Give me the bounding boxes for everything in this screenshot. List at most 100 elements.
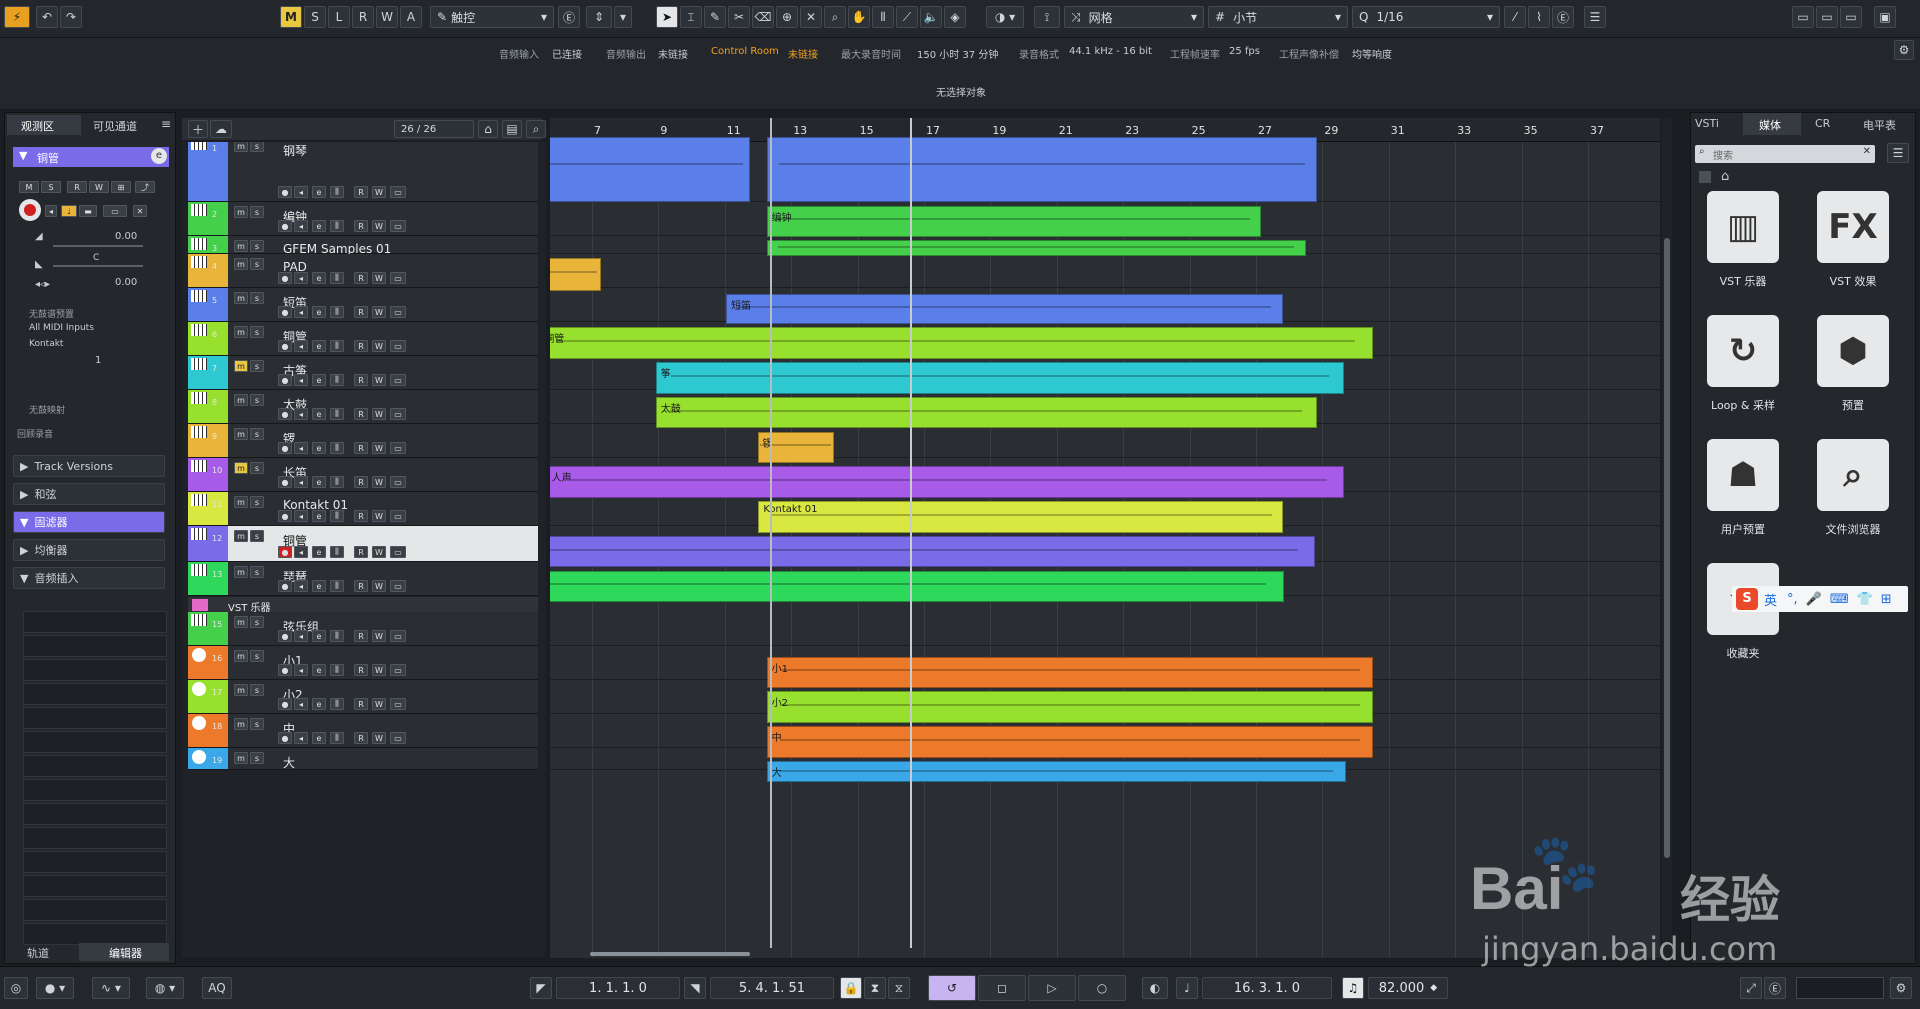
freeze-button[interactable]: ⊞ xyxy=(111,181,131,193)
track-edit-button[interactable]: e xyxy=(312,374,326,386)
layout-left-icon[interactable]: ▭ xyxy=(1792,6,1814,28)
monitor-button[interactable]: ◂ xyxy=(45,205,57,217)
right-locator-value[interactable]: 5. 4. 1. 51 xyxy=(710,977,834,999)
lock-icon[interactable]: 🔒 xyxy=(840,977,862,999)
track-row[interactable]: 2 m s 编钟 ● ◂ e ⫼ R W ▭ xyxy=(188,202,538,236)
event-clip[interactable]: 大 xyxy=(766,760,1346,783)
metronome-icon[interactable]: ◍ ▾ xyxy=(146,977,184,999)
track-mute-button[interactable]: m xyxy=(234,326,248,338)
track-solo-button[interactable]: s xyxy=(250,240,264,252)
track-row[interactable]: 9 m s 锣 ● ◂ e ⫼ R W ▭ xyxy=(188,424,538,458)
insert-slot[interactable] xyxy=(23,779,167,801)
track-write-button[interactable]: W xyxy=(372,630,386,642)
event-clip[interactable]: 编钟 xyxy=(766,205,1262,237)
track-solo-button[interactable]: s xyxy=(250,718,264,730)
snap-toggle-icon[interactable]: ⟟ xyxy=(1034,6,1060,28)
track-mute-button[interactable]: m xyxy=(234,718,248,730)
track-write-button[interactable]: W xyxy=(372,732,386,744)
track-record-button[interactable]: ● xyxy=(278,220,292,232)
insert-slot[interactable] xyxy=(23,923,167,945)
event-clip[interactable]: 小1 xyxy=(766,656,1373,689)
track-solo-button[interactable]: s xyxy=(250,428,264,440)
tab-inspector[interactable]: 观测区 xyxy=(7,115,81,135)
listen-l-button[interactable]: L xyxy=(328,6,350,28)
v-scrollbar[interactable] xyxy=(1662,118,1672,958)
event-clip[interactable] xyxy=(766,137,1317,202)
stop-button[interactable]: ◻ xyxy=(978,975,1026,1001)
section-eq[interactable]: ▶ 均衡器 xyxy=(13,539,165,561)
edit-in-place-button[interactable]: ▭ xyxy=(103,205,127,217)
track-freeze-button[interactable]: ▭ xyxy=(390,476,406,488)
speaker-tool-icon[interactable]: 🔈 xyxy=(920,6,942,28)
event-clip[interactable]: 铜管 xyxy=(550,327,1373,359)
zoom-tool-icon[interactable]: ⌕ xyxy=(824,6,846,28)
menu-icon[interactable]: ≡ xyxy=(161,117,171,131)
mute-button[interactable]: M xyxy=(19,181,39,193)
event-clip[interactable]: Kontakt 01 xyxy=(758,501,1284,533)
keyboard-icon[interactable]: ⌨ xyxy=(1830,592,1849,607)
track-edit-button[interactable]: e xyxy=(312,220,326,232)
track-record-button[interactable]: ● xyxy=(278,186,292,198)
track-monitor-button[interactable]: ◂ xyxy=(294,476,308,488)
tab-vsti[interactable]: VSTi xyxy=(1695,117,1719,130)
track-record-button[interactable]: ● xyxy=(278,510,292,522)
list-icon[interactable]: ▤ xyxy=(502,120,522,138)
track-lanes-button[interactable]: ⫼ xyxy=(330,580,344,592)
quantize-select[interactable]: Q 1/16 ▾ xyxy=(1352,6,1500,28)
punctuation-icon[interactable]: °, xyxy=(1787,592,1798,607)
track-monitor-button[interactable]: ◂ xyxy=(294,732,308,744)
pointer-tool-icon[interactable]: ➤ xyxy=(656,6,678,28)
line-tool-icon[interactable]: ⟋ xyxy=(896,6,918,28)
track-row[interactable]: 6 m s 铜管 ● ◂ e ⫼ R W ▭ xyxy=(188,322,538,356)
ime-language[interactable]: 英 xyxy=(1764,590,1777,609)
track-write-button[interactable]: W xyxy=(372,186,386,198)
track-write-button[interactable]: W xyxy=(372,664,386,676)
track-monitor-button[interactable]: ◂ xyxy=(294,408,308,420)
track-monitor-button[interactable]: ◂ xyxy=(294,306,308,318)
track-write-button[interactable]: W xyxy=(372,698,386,710)
track-record-button[interactable]: ● xyxy=(278,698,292,710)
track-monitor-button[interactable]: ◂ xyxy=(294,374,308,386)
track-freeze-button[interactable]: ▭ xyxy=(390,664,406,676)
edit-icon[interactable]: e xyxy=(151,148,167,164)
track-mute-button[interactable]: m xyxy=(234,142,248,152)
track-monitor-button[interactable]: ◂ xyxy=(294,272,308,284)
track-row[interactable]: 18 m s 中 ● ◂ e ⫼ R W ▭ xyxy=(188,714,538,748)
aq-button[interactable]: AQ xyxy=(202,977,232,999)
track-lanes-button[interactable]: ⫼ xyxy=(330,698,344,710)
track-lanes-button[interactable]: ⫼ xyxy=(330,408,344,420)
track-mute-button[interactable]: m xyxy=(234,462,248,474)
track-monitor-button[interactable]: ◂ xyxy=(294,580,308,592)
layout-right-icon[interactable]: ▭ xyxy=(1840,6,1862,28)
q-apply-icon[interactable]: ⌇ xyxy=(1528,6,1550,28)
track-freeze-button[interactable]: ▭ xyxy=(390,580,406,592)
event-clip[interactable] xyxy=(766,239,1306,256)
track-record-button[interactable]: ● xyxy=(278,476,292,488)
h-scrollbar[interactable] xyxy=(590,952,750,956)
track-monitor-button[interactable]: ◂ xyxy=(294,220,308,232)
track-solo-button[interactable]: s xyxy=(250,142,264,152)
track-lanes-button[interactable]: ⫼ xyxy=(330,732,344,744)
record-transport-button[interactable]: ○ xyxy=(1078,975,1126,1001)
event-clip[interactable]: 铜管 xyxy=(550,535,1315,568)
track-record-button[interactable]: ● xyxy=(278,374,292,386)
section-inserts[interactable]: ▼ 音频插入 xyxy=(13,567,165,589)
comp-tool-icon[interactable]: ⫴ xyxy=(872,6,894,28)
hand-tool-icon[interactable]: ✋ xyxy=(848,6,870,28)
glue-tool-icon[interactable]: ⊕ xyxy=(776,6,798,28)
track-record-button[interactable]: ● xyxy=(278,340,292,352)
insert-slot[interactable] xyxy=(23,899,167,921)
track-lanes-button[interactable]: ⫼ xyxy=(330,476,344,488)
track-solo-button[interactable]: s xyxy=(250,530,264,542)
track-read-button[interactable]: R xyxy=(354,340,368,352)
lanes-button[interactable]: ▬ xyxy=(79,205,97,217)
track-read-button[interactable]: R xyxy=(354,698,368,710)
record-button[interactable] xyxy=(19,199,41,221)
position-display[interactable]: 16. 3. 1. 0 xyxy=(1202,977,1332,999)
media-user-preset-button[interactable]: ☗ xyxy=(1707,439,1779,511)
track-mute-button[interactable]: m xyxy=(234,616,248,628)
mixer-icon[interactable]: ☰ xyxy=(1584,6,1606,28)
track-edit-button[interactable]: e xyxy=(312,442,326,454)
track-lanes-button[interactable]: ⫼ xyxy=(330,340,344,352)
close-button[interactable]: ✕ xyxy=(133,205,147,217)
